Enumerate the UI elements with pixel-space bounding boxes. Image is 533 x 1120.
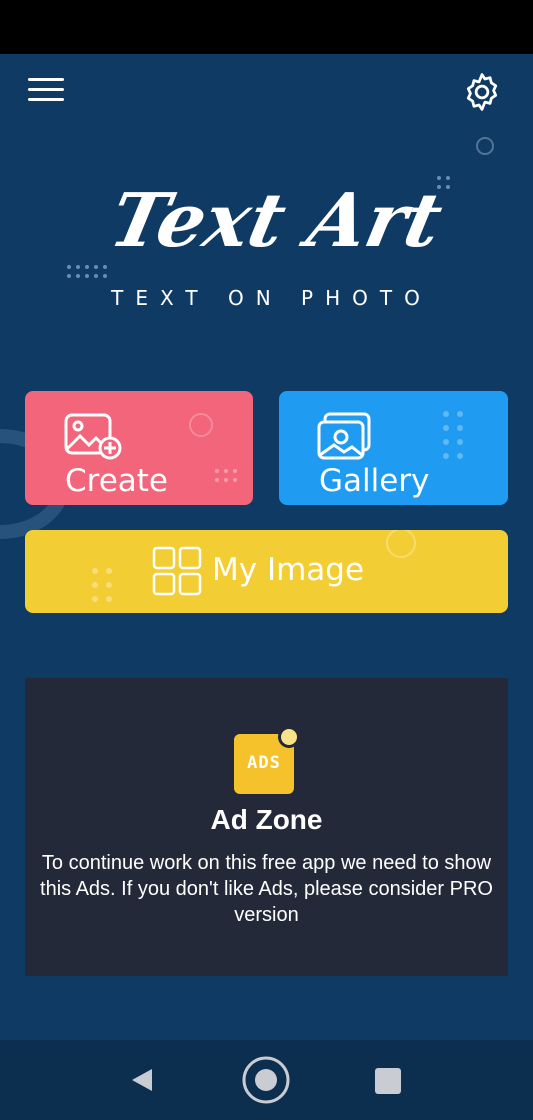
gallery-label: Gallery	[319, 463, 430, 499]
home-circle-icon[interactable]	[241, 1055, 291, 1105]
decor-dots	[92, 568, 112, 602]
grid-icon	[152, 546, 202, 596]
decor-dots	[215, 469, 237, 482]
add-image-icon	[64, 413, 122, 460]
ads-badge-dot	[278, 726, 300, 748]
logo-text: Text Art	[103, 177, 450, 264]
decor-dots	[67, 265, 107, 278]
hamburger-menu-icon	[28, 78, 64, 81]
ads-badge-icon: ADS	[234, 726, 300, 794]
status-bar	[0, 0, 533, 54]
menu-button[interactable]	[28, 78, 66, 106]
my-image-button[interactable]: My Image	[25, 530, 508, 613]
my-image-label: My Image	[212, 552, 365, 588]
create-label: Create	[65, 463, 169, 499]
gallery-icon	[317, 412, 371, 460]
gallery-button[interactable]: Gallery	[279, 391, 508, 505]
system-nav-bar	[0, 1040, 533, 1120]
decor-circle	[189, 413, 213, 437]
create-button[interactable]: Create	[25, 391, 253, 505]
decor-circle	[476, 137, 494, 155]
gear-icon	[466, 73, 498, 111]
settings-button[interactable]	[460, 70, 504, 114]
app-logo: Text Art	[103, 177, 450, 264]
ad-message: To continue work on this free app we nee…	[40, 852, 493, 926]
hamburger-line	[28, 98, 64, 101]
recents-square-icon[interactable]	[374, 1067, 402, 1095]
back-triangle-icon[interactable]	[128, 1065, 158, 1095]
ads-badge-text: ADS	[247, 753, 281, 773]
decor-circle	[386, 530, 416, 558]
app-subtitle: TEXT ON PHOTO	[111, 286, 432, 310]
ad-zone[interactable]: ADS Ad Zone To continue work on this fre…	[25, 678, 508, 976]
decor-dots	[443, 411, 463, 459]
ad-title: Ad Zone	[210, 804, 323, 835]
hamburger-line	[28, 88, 64, 91]
app-screen: Text Art TEXT ON PHOTO Create Gallery My…	[0, 54, 533, 1040]
